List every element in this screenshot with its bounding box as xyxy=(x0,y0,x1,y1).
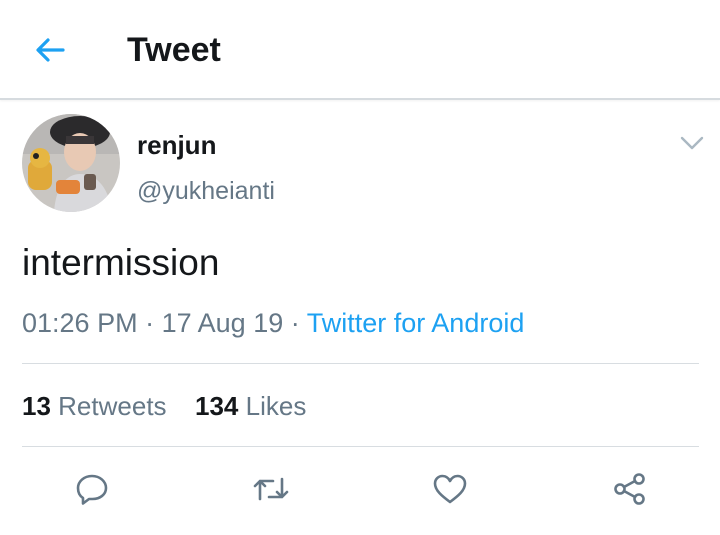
retweets-label: Retweets xyxy=(58,391,167,421)
meta-separator: · xyxy=(290,308,300,338)
reply-icon xyxy=(76,474,108,505)
retweet-button[interactable] xyxy=(251,470,291,508)
top-app-bar: Tweet xyxy=(0,0,720,100)
divider xyxy=(22,363,699,364)
retweet-icon xyxy=(253,477,289,501)
retweets-stat[interactable]: 13 Retweets xyxy=(22,391,167,421)
share-icon xyxy=(614,473,645,505)
profile-photo xyxy=(22,114,120,212)
engagement-stats: 13 Retweets 134 Likes xyxy=(22,389,306,423)
tweet-meta: 01:26 PM · 17 Aug 19 · Twitter for Andro… xyxy=(22,305,524,341)
avatar[interactable] xyxy=(22,114,120,212)
page-title: Tweet xyxy=(127,31,221,69)
tweet-time: 01:26 PM xyxy=(22,308,138,338)
likes-stat[interactable]: 134 Likes xyxy=(195,391,306,421)
retweets-count: 13 xyxy=(22,391,51,421)
likes-count: 134 xyxy=(195,391,239,421)
divider xyxy=(22,446,699,447)
author-name[interactable]: renjun xyxy=(137,130,216,160)
heart-icon xyxy=(433,474,467,504)
tweet-text: intermission xyxy=(22,242,220,283)
meta-separator: · xyxy=(145,308,155,338)
like-button[interactable] xyxy=(430,470,470,508)
likes-label: Likes xyxy=(245,391,307,421)
reply-button[interactable] xyxy=(72,470,112,508)
arrow-left-icon xyxy=(36,38,65,62)
tweet-source-link[interactable]: Twitter for Android xyxy=(307,308,525,338)
share-button[interactable] xyxy=(610,470,650,508)
author-handle[interactable]: @yukheianti xyxy=(137,176,275,206)
more-options-button[interactable] xyxy=(678,132,706,154)
tweet-date: 17 Aug 19 xyxy=(161,308,284,338)
back-button[interactable] xyxy=(30,32,70,68)
chevron-down-icon xyxy=(680,136,704,150)
